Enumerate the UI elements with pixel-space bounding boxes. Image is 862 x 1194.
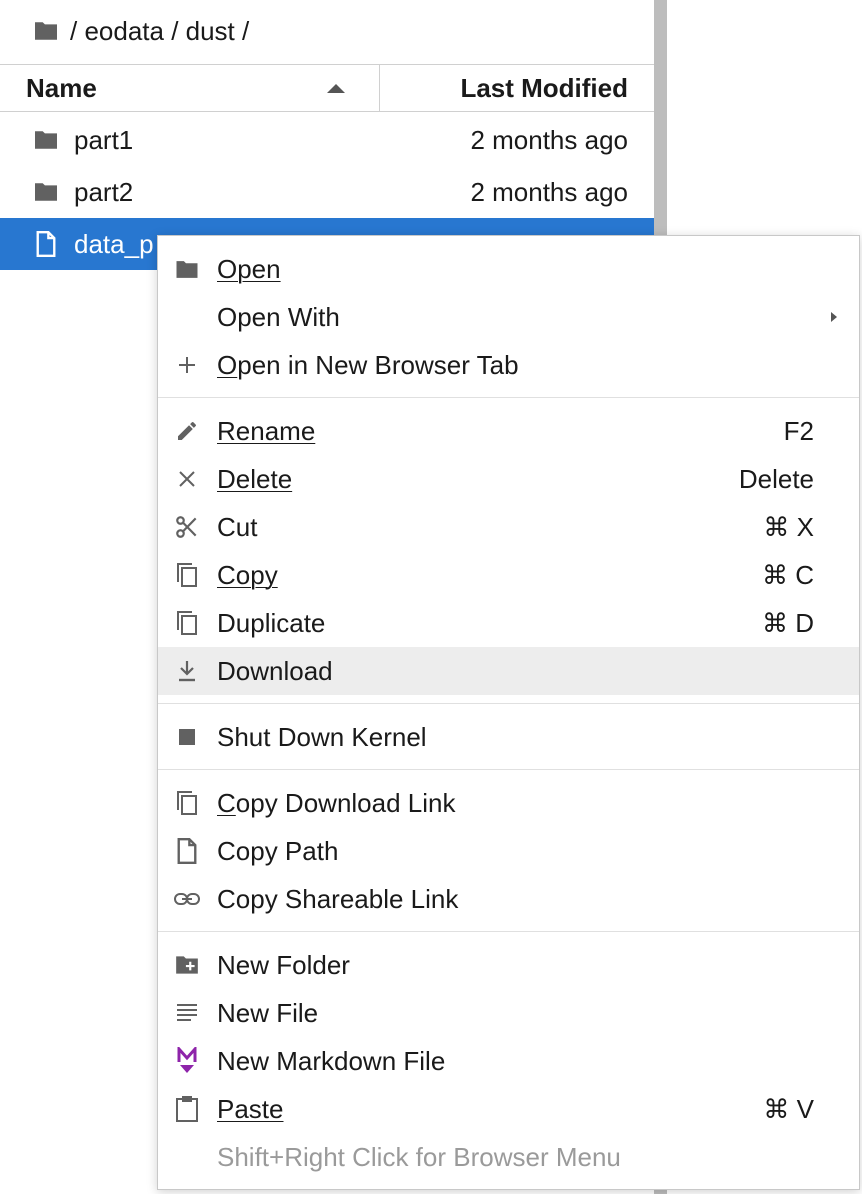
menu-item-shortcut: F2	[783, 415, 814, 446]
menu-item-shortcut: ⌘ X	[763, 511, 814, 542]
link-icon	[173, 886, 201, 912]
menu-item-shutdown-kernel[interactable]: Shut Down Kernel	[158, 713, 859, 761]
menu-item-copy-shareable-link[interactable]: Copy Shareable Link	[158, 875, 859, 923]
breadcrumb-path[interactable]: / eodata / dust /	[70, 16, 249, 47]
menu-item-label: Open	[217, 253, 281, 284]
scissors-icon	[173, 514, 201, 540]
text-file-icon	[173, 1000, 201, 1026]
download-icon	[173, 658, 201, 684]
menu-item-rename[interactable]: Rename F2	[158, 407, 859, 455]
menu-item-label: New Markdown File	[217, 1045, 446, 1076]
item-modified: 2 months ago	[470, 124, 628, 155]
menu-item-open-with[interactable]: Open With	[158, 293, 859, 341]
menu-separator	[158, 703, 859, 704]
folder-icon	[173, 256, 201, 282]
column-header-last-modified[interactable]: Last Modified	[380, 65, 654, 111]
menu-separator	[158, 931, 859, 932]
stop-icon	[173, 724, 201, 750]
column-header-name[interactable]: Name	[0, 65, 380, 111]
menu-item-copy[interactable]: Copy ⌘ C	[158, 551, 859, 599]
menu-item-cut[interactable]: Cut ⌘ X	[158, 503, 859, 551]
pencil-icon	[173, 418, 201, 444]
copy-icon	[173, 790, 201, 816]
folder-icon	[32, 128, 60, 152]
markdown-icon	[173, 1047, 201, 1074]
menu-item-label: Cut	[217, 511, 258, 542]
menu-item-shortcut: ⌘ D	[762, 607, 814, 638]
plus-icon	[173, 352, 201, 378]
menu-item-duplicate[interactable]: Duplicate ⌘ D	[158, 599, 859, 647]
menu-item-browser-menu-hint: Shift+Right Click for Browser Menu	[158, 1133, 859, 1181]
menu-item-label: New File	[217, 997, 319, 1028]
close-icon	[173, 466, 201, 492]
menu-item-new-markdown-file[interactable]: New Markdown File	[158, 1037, 859, 1085]
folder-icon[interactable]	[32, 20, 60, 42]
file-icon	[173, 838, 201, 864]
menu-item-label: Copy Download Link	[217, 787, 456, 818]
menu-item-paste[interactable]: Paste ⌘ V	[158, 1085, 859, 1133]
file-icon	[32, 231, 60, 257]
menu-item-label: Download	[217, 655, 333, 686]
menu-item-open[interactable]: Open	[158, 245, 859, 293]
menu-item-shortcut: ⌘ C	[762, 559, 814, 590]
column-name-label: Name	[26, 72, 97, 103]
menu-item-label: Rename	[217, 415, 316, 446]
menu-item-label: Open With	[217, 301, 340, 332]
menu-item-label: New Folder	[217, 949, 350, 980]
menu-item-shortcut: Delete	[738, 463, 814, 494]
item-name: part1	[74, 124, 134, 155]
folder-icon	[32, 180, 60, 204]
new-folder-icon	[173, 952, 201, 978]
menu-item-copy-path[interactable]: Copy Path	[158, 827, 859, 875]
menu-item-download[interactable]: Download	[158, 647, 859, 695]
menu-item-delete[interactable]: Delete Delete	[158, 455, 859, 503]
clipboard-icon	[173, 1096, 201, 1122]
listing-header: Name Last Modified	[0, 64, 654, 112]
menu-item-new-file[interactable]: New File	[158, 989, 859, 1037]
menu-item-label: Copy	[217, 559, 278, 590]
chevron-right-icon	[831, 312, 837, 322]
menu-item-label: Delete	[217, 463, 293, 494]
menu-item-shortcut: ⌘ V	[763, 1093, 814, 1124]
menu-item-label: Open in New Browser Tab	[217, 349, 519, 380]
menu-separator	[158, 769, 859, 770]
column-modified-label: Last Modified	[460, 72, 628, 103]
menu-separator	[158, 397, 859, 398]
sort-ascending-icon	[327, 84, 345, 93]
menu-item-label: Shift+Right Click for Browser Menu	[217, 1141, 621, 1172]
copy-icon	[173, 562, 201, 588]
menu-item-label: Paste	[217, 1093, 284, 1124]
menu-item-open-new-tab[interactable]: Open in New Browser Tab	[158, 341, 859, 389]
breadcrumb: / eodata / dust /	[0, 0, 654, 62]
context-menu: Open Open With Open in New Browser Tab R…	[157, 235, 860, 1190]
item-modified: 2 months ago	[470, 176, 628, 207]
menu-item-new-folder[interactable]: New Folder	[158, 941, 859, 989]
duplicate-icon	[173, 610, 201, 636]
menu-item-label: Duplicate	[217, 607, 326, 638]
menu-item-copy-download-link[interactable]: Copy Download Link	[158, 779, 859, 827]
menu-item-label: Shut Down Kernel	[217, 721, 427, 752]
list-item[interactable]: part2 2 months ago	[0, 166, 654, 218]
menu-item-label: Copy Shareable Link	[217, 883, 459, 914]
item-name: part2	[74, 176, 134, 207]
list-item[interactable]: part1 2 months ago	[0, 114, 654, 166]
menu-item-label: Copy Path	[217, 835, 339, 866]
